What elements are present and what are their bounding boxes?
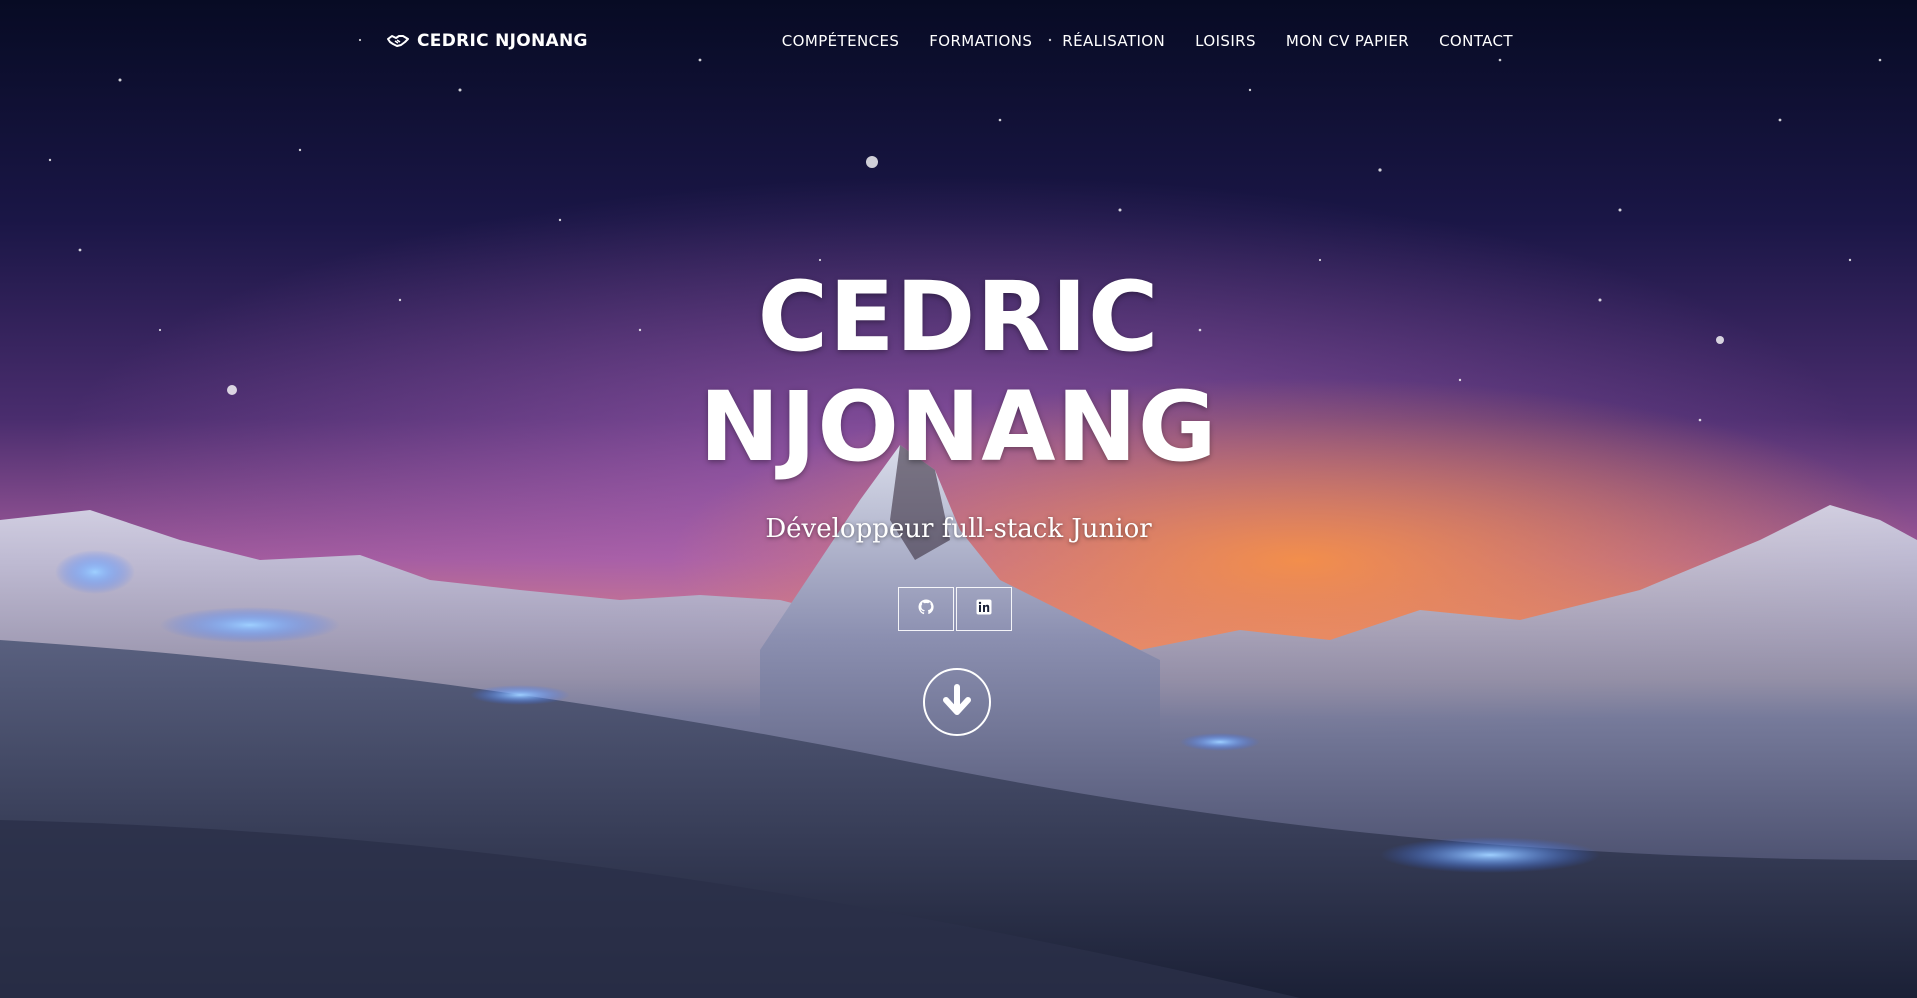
nav-link-realisation[interactable]: RÉALISATION [1062,32,1165,50]
top-navbar: CEDRIC NJONANG COMPÉTENCES FORMATIONS RÉ… [0,0,1917,84]
hero-subtitle: Développeur full-stack Junior [765,514,1152,544]
github-button[interactable] [898,587,954,631]
hero-title-line1: CEDRIC [757,261,1160,373]
nav-link-loisirs[interactable]: LOISIRS [1195,32,1256,50]
hero-section: CEDRIC NJONANG COMPÉTENCES FORMATIONS RÉ… [0,0,1917,998]
nav-link-contact[interactable]: CONTACT [1439,32,1513,50]
mountain-background-image [0,38,1917,998]
nav-link-cv-papier[interactable]: MON CV PAPIER [1286,32,1409,50]
brand-logo[interactable]: CEDRIC NJONANG [387,31,588,51]
handshake-icon [387,33,409,49]
social-links [898,587,1012,631]
nav-link-competences[interactable]: COMPÉTENCES [782,32,899,50]
linkedin-icon [976,599,992,619]
hero-title: CEDRIC NJONANG [0,262,1917,482]
brand-name: CEDRIC NJONANG [417,31,588,51]
linkedin-button[interactable] [956,587,1012,631]
nav-links: COMPÉTENCES FORMATIONS RÉALISATION LOISI… [782,32,1513,50]
github-icon [918,599,934,619]
scroll-down-button[interactable] [923,668,991,736]
hero-title-line2: NJONANG [699,371,1218,483]
arrow-down-circle-icon [939,682,975,722]
nav-link-formations[interactable]: FORMATIONS [929,32,1032,50]
